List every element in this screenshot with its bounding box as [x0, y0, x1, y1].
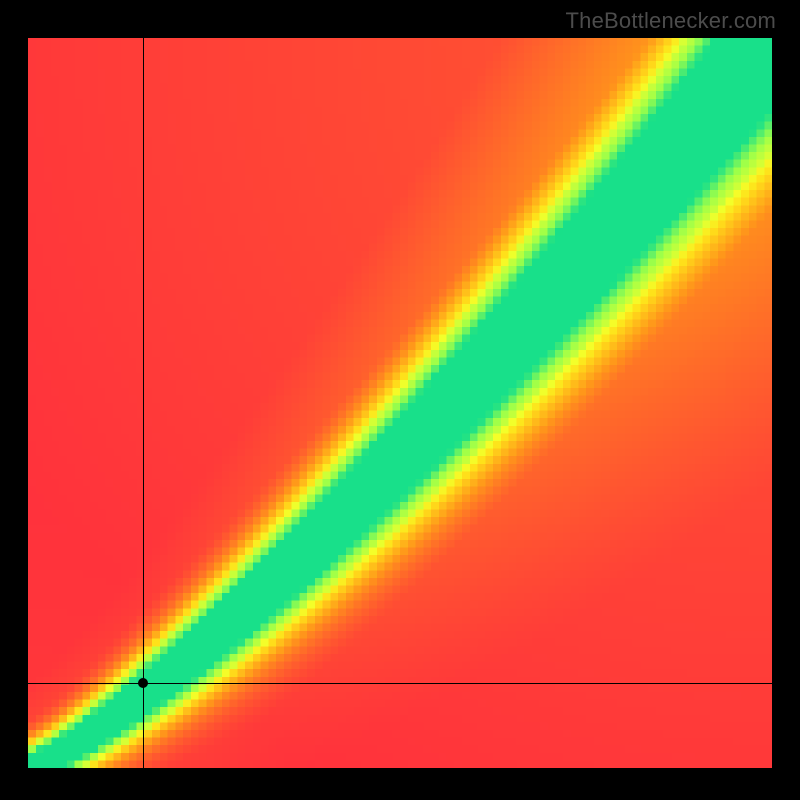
plot-area: [28, 38, 772, 768]
marker-dot: [138, 678, 148, 688]
crosshair-vertical: [143, 38, 144, 768]
watermark-text: TheBottlenecker.com: [566, 8, 776, 34]
heatmap-canvas: [28, 38, 772, 768]
chart-frame: TheBottlenecker.com: [0, 0, 800, 800]
